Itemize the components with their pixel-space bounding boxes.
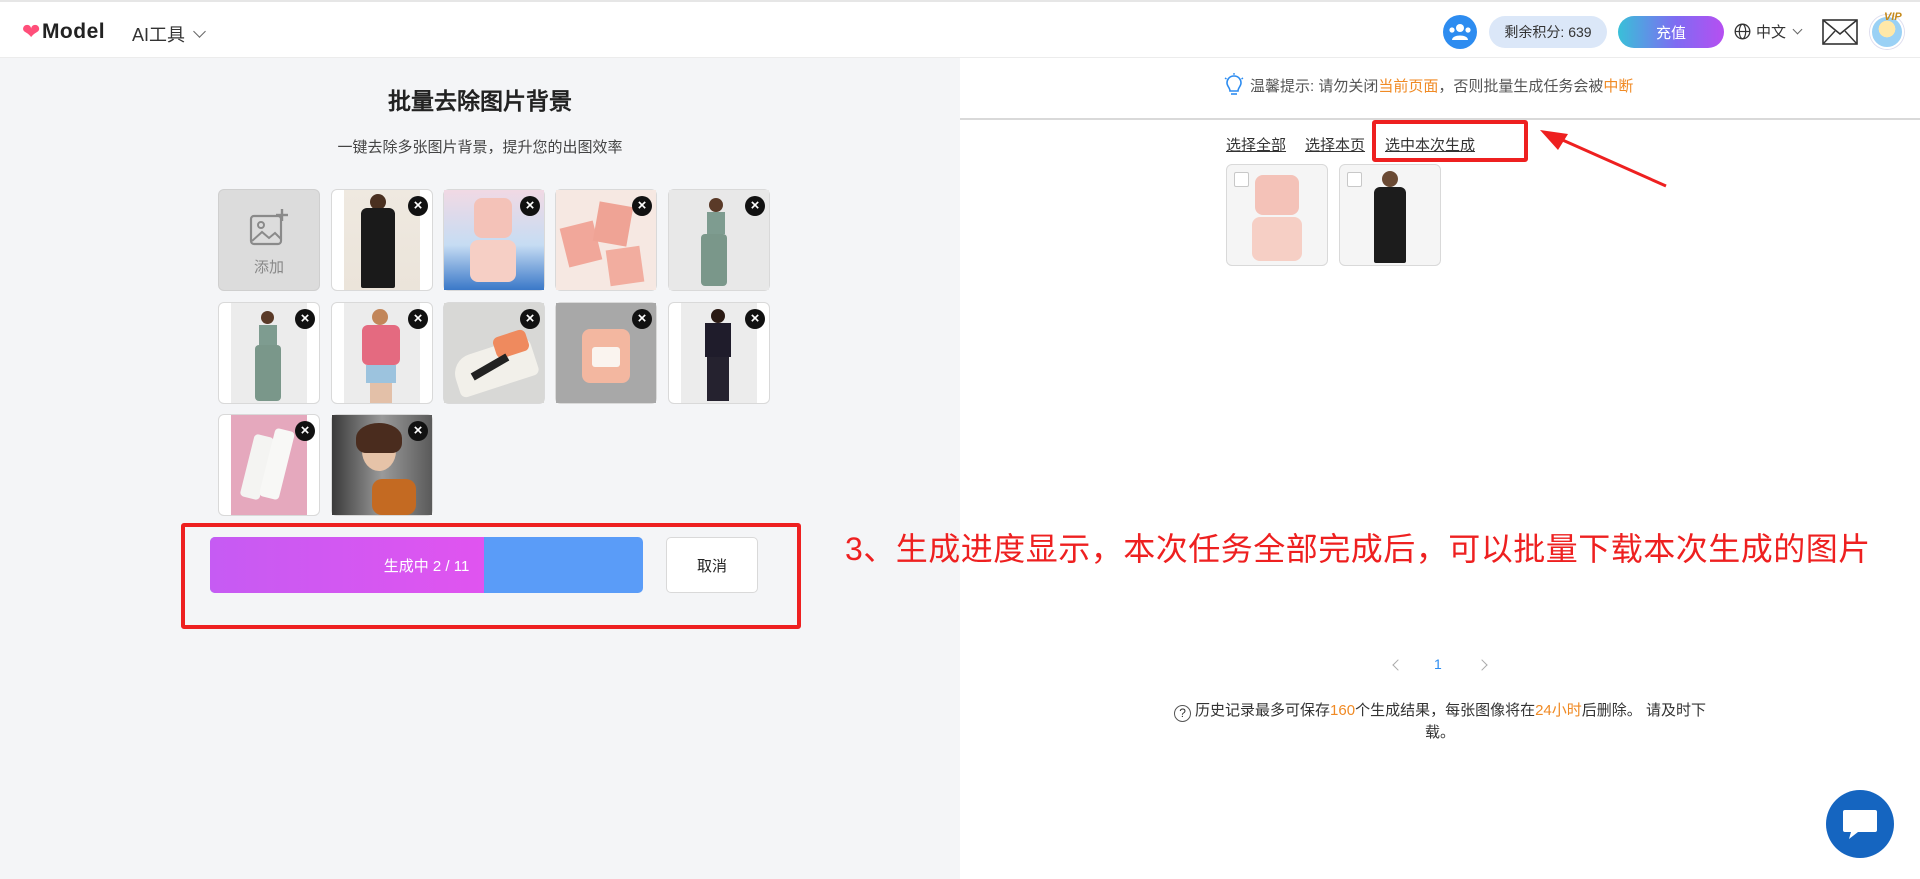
warning-tip: 温馨提示: 请勿关闭当前页面，否则批量生成任务会被中断 — [1224, 73, 1633, 97]
remove-image-button[interactable]: × — [295, 309, 315, 329]
remove-image-button[interactable]: × — [295, 421, 315, 441]
history-middle: 个生成结果，每张图像将在 — [1355, 702, 1536, 719]
remove-image-button[interactable]: × — [408, 196, 428, 216]
remove-image-button[interactable]: × — [520, 196, 540, 216]
thumbnail-item[interactable]: × — [668, 302, 770, 404]
language-selector[interactable]: 中文 — [1734, 21, 1803, 42]
result-item[interactable] — [1226, 164, 1328, 266]
vip-badge: VIP — [1884, 11, 1902, 23]
thumbnail-item[interactable]: × — [218, 302, 320, 404]
pink-cosmetic-jar-photo — [1252, 217, 1302, 261]
result-checkbox[interactable] — [1234, 172, 1249, 187]
thumbnail-item[interactable]: × — [668, 189, 770, 291]
remove-image-button[interactable]: × — [745, 309, 765, 329]
prev-page-icon[interactable] — [1392, 659, 1404, 671]
result-item[interactable] — [1339, 164, 1441, 266]
select-all-link[interactable]: 选择全部 — [1226, 134, 1286, 155]
left-panel: 批量去除图片背景 一键去除多张图片背景，提升您的出图效率 添加 × × × × … — [0, 58, 960, 879]
page-subtitle: 一键去除多张图片背景，提升您的出图效率 — [337, 139, 623, 156]
tip-middle: ，否则批量生成任务会被 — [1438, 77, 1604, 95]
users-icon — [1449, 24, 1471, 40]
thumbnail-item[interactable]: × — [443, 189, 545, 291]
add-image-icon — [249, 209, 288, 246]
help-icon: ? — [1174, 705, 1192, 722]
remove-image-button[interactable]: × — [408, 309, 428, 329]
woman-black-coat-photo — [1374, 187, 1406, 263]
remove-image-button[interactable]: × — [632, 196, 652, 216]
chat-bubble-icon — [1843, 810, 1877, 839]
annotation-arrow-icon — [1540, 130, 1667, 188]
team-icon[interactable] — [1443, 15, 1477, 49]
thumbnail-item[interactable]: × — [555, 189, 657, 291]
pink-cosmetic-jar-photo — [1255, 175, 1299, 215]
remove-image-button[interactable]: × — [745, 196, 765, 216]
language-label: 中文 — [1756, 24, 1787, 41]
recharge-button[interactable]: 充值 — [1618, 16, 1724, 48]
thumbnail-item[interactable]: × — [218, 414, 320, 516]
ai-tools-label: AI工具 — [132, 25, 186, 45]
page-title: 批量去除图片背景 — [388, 88, 572, 114]
globe-icon — [1734, 23, 1751, 40]
select-page-link[interactable]: 选择本页 — [1305, 134, 1365, 155]
add-image-button[interactable]: 添加 — [218, 189, 320, 291]
next-page-icon[interactable] — [1476, 659, 1488, 671]
remove-image-button[interactable]: × — [632, 309, 652, 329]
result-checkbox[interactable] — [1347, 172, 1362, 187]
tip-prefix: 温馨提示: 请勿关闭 — [1250, 77, 1379, 95]
lightbulb-icon — [1224, 73, 1244, 95]
woman-black-coat-photo — [1382, 171, 1398, 187]
logo-text: Model — [41, 20, 106, 43]
chat-button[interactable] — [1826, 790, 1894, 858]
chevron-down-icon — [1792, 24, 1803, 35]
remove-image-button[interactable]: × — [520, 309, 540, 329]
top-bar: ❤ Model AI工具 剩余积分: 639 充值 中文 VIP — [0, 0, 1920, 58]
thumbnail-item[interactable]: × — [331, 302, 433, 404]
tip-highlight-interrupt: 中断 — [1603, 77, 1634, 95]
ai-tools-menu[interactable]: AI工具 — [132, 21, 206, 47]
logo[interactable]: ❤ Model — [22, 18, 105, 46]
history-note: ? 历史记录最多可保存160个生成结果，每张图像将在24小时后删除。 请及时下载。 — [1160, 700, 1720, 744]
annotation-text: 3、生成进度显示，本次任务全部完成后，可以批量下载本次生成的图片 — [845, 531, 1871, 567]
thumbnail-item[interactable]: × — [555, 302, 657, 404]
points-balance: 剩余积分: 639 — [1489, 16, 1607, 48]
thumbnail-item[interactable]: × — [331, 414, 433, 516]
mail-icon[interactable] — [1822, 19, 1858, 45]
annotation-box-select-current — [1372, 120, 1528, 162]
tip-highlight-current-page: 当前页面 — [1378, 77, 1439, 95]
chevron-down-icon — [193, 25, 206, 38]
heart-logo-icon: ❤ — [22, 19, 41, 44]
page-number[interactable]: 1 — [1434, 656, 1442, 672]
annotation-box-progress — [181, 523, 801, 629]
thumbnail-item[interactable]: × — [443, 302, 545, 404]
history-hours: 24小时 — [1535, 702, 1582, 719]
add-label: 添加 — [253, 259, 284, 276]
remove-image-button[interactable]: × — [408, 421, 428, 441]
history-prefix: 历史记录最多可保存 — [1195, 702, 1331, 719]
history-count: 160 — [1330, 702, 1356, 719]
thumbnail-item[interactable]: × — [331, 189, 433, 291]
